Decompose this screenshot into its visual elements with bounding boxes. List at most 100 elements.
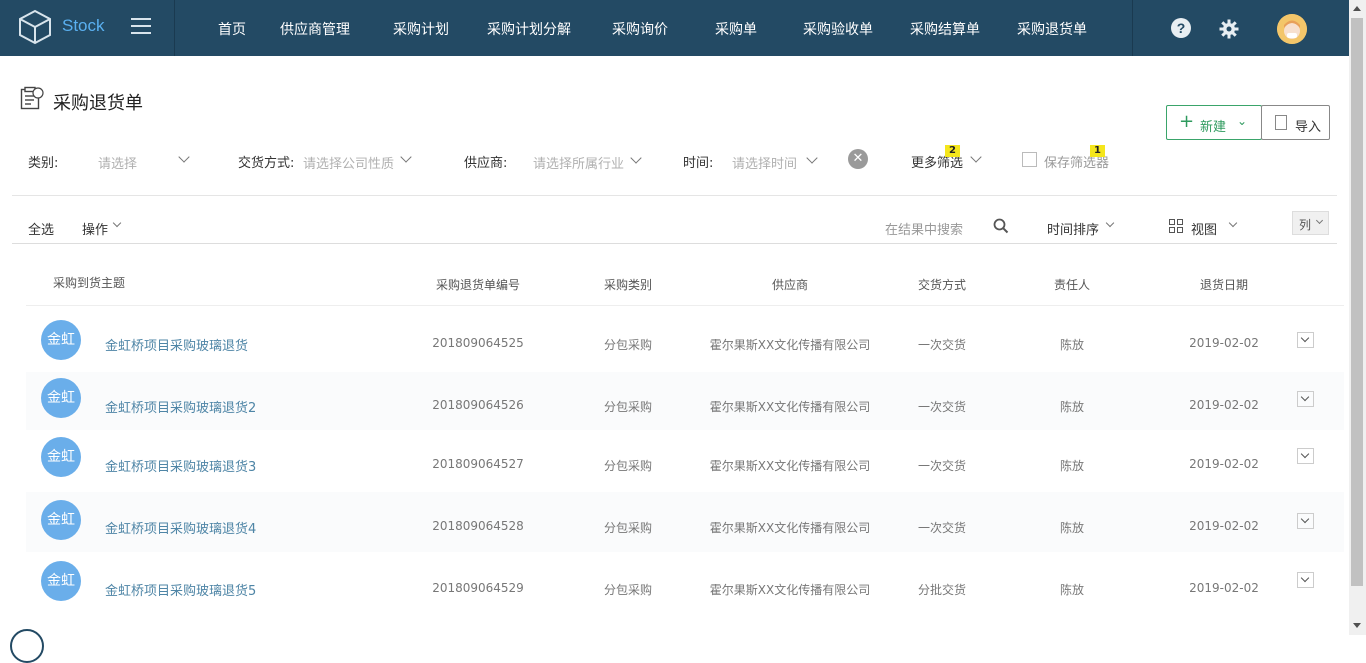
- actions-dropdown[interactable]: 操作: [82, 219, 108, 238]
- row-owner: 陈放: [1059, 400, 1085, 414]
- columns-button-label: 列: [1299, 218, 1312, 232]
- table-row[interactable]: 金虹 金虹桥项目采购玻璃退货3 201809064527 分包采购 霍尔果斯XX…: [26, 430, 1344, 492]
- import-button[interactable]: 导入: [1261, 105, 1330, 140]
- row-type: 分包采购: [603, 338, 653, 352]
- row-dropdown-button[interactable]: [1297, 513, 1314, 529]
- table-row[interactable]: 金虹 金虹桥项目采购玻璃退货4 201809064528 分包采购 霍尔果斯XX…: [26, 492, 1344, 552]
- row-delivery: 分批交货: [917, 583, 967, 597]
- nav-item-purchase-plan[interactable]: 采购计划: [393, 19, 449, 39]
- help-icon[interactable]: ?: [1171, 18, 1191, 38]
- row-delivery: 一次交货: [917, 338, 967, 352]
- table-row[interactable]: 金虹 金虹桥项目采购玻璃退货2 201809064526 分包采购 霍尔果斯XX…: [26, 372, 1344, 430]
- chevron-down-icon: [1315, 216, 1324, 225]
- table-row[interactable]: 金虹 金虹桥项目采购玻璃退货 201809064525 分包采购 霍尔果斯XX文…: [26, 306, 1344, 372]
- toolbar-divider: [12, 243, 1337, 244]
- chevron-down-icon[interactable]: [400, 151, 412, 163]
- row-owner: 陈放: [1059, 459, 1085, 473]
- delivery-filter-select[interactable]: 请选择公司性质: [303, 153, 394, 172]
- nav-item-purchase-order[interactable]: 采购单: [715, 19, 757, 39]
- nav-item-home[interactable]: 首页: [218, 19, 246, 39]
- row-delivery: 一次交货: [917, 400, 967, 414]
- view-dropdown[interactable]: 视图: [1191, 219, 1217, 238]
- result-search-input[interactable]: 在结果中搜索: [885, 219, 963, 238]
- table-row[interactable]: 金虹 金虹桥项目采购玻璃退货5 201809064529 分包采购 霍尔果斯XX…: [26, 552, 1344, 612]
- category-filter-select[interactable]: 请选择: [98, 153, 137, 172]
- row-avatar: 金虹: [41, 320, 81, 360]
- chevron-down-icon[interactable]: [112, 218, 122, 228]
- document-icon: [1275, 115, 1287, 130]
- top-navbar: Stock 首页 供应商管理 采购计划 采购计划分解 采购询价 采购单 采购验收…: [0, 0, 1349, 56]
- chevron-down-icon[interactable]: [806, 152, 818, 164]
- new-button[interactable]: + 新建 ⌄: [1166, 105, 1262, 140]
- user-avatar-icon: [1277, 14, 1307, 44]
- chevron-down-icon: [1300, 392, 1310, 402]
- row-dropdown-button[interactable]: [1297, 448, 1314, 464]
- search-icon[interactable]: [993, 218, 1009, 234]
- user-avatar[interactable]: [1277, 14, 1307, 44]
- nav-item-supplier-management[interactable]: 供应商管理: [280, 19, 350, 39]
- row-supplier: 霍尔果斯XX文化传播有限公司: [709, 583, 871, 597]
- row-date: 2019-02-02: [1189, 336, 1259, 350]
- row-dropdown-button[interactable]: [1297, 391, 1314, 407]
- category-filter-label: 类别:: [28, 156, 59, 171]
- scroll-thumb[interactable]: [1351, 18, 1363, 586]
- row-delivery: 一次交货: [917, 521, 967, 535]
- chevron-down-icon[interactable]: [630, 152, 642, 164]
- time-sort-dropdown[interactable]: 时间排序: [1047, 219, 1099, 238]
- grid-view-icon[interactable]: [1169, 219, 1183, 233]
- chevron-down-icon: [1300, 333, 1310, 343]
- nav-item-acceptance[interactable]: 采购验收单: [803, 19, 873, 39]
- clear-filters-icon[interactable]: ✕: [848, 149, 868, 169]
- row-subject-link[interactable]: 金虹桥项目采购玻璃退货2: [105, 397, 256, 416]
- chevron-down-icon: [1300, 573, 1310, 583]
- cube-logo-icon: [19, 9, 51, 45]
- scroll-down-arrow-icon[interactable]: [1353, 623, 1361, 628]
- chevron-down-icon[interactable]: [1228, 218, 1238, 228]
- row-subject-link[interactable]: 金虹桥项目采购玻璃退货: [105, 335, 248, 354]
- col-header-number: 采购退货单编号: [435, 278, 521, 292]
- row-number: 201809064527: [432, 457, 524, 471]
- col-header-type: 采购类别: [603, 278, 653, 292]
- row-type: 分包采购: [603, 459, 653, 473]
- row-supplier: 霍尔果斯XX文化传播有限公司: [709, 521, 871, 535]
- row-type: 分包采购: [603, 400, 653, 414]
- row-type: 分包采购: [603, 583, 653, 597]
- row-dropdown-button[interactable]: [1297, 572, 1314, 588]
- filter-divider: [12, 195, 1337, 196]
- import-button-label: 导入: [1295, 120, 1322, 135]
- row-type: 分包采购: [603, 521, 653, 535]
- gear-icon[interactable]: [1219, 19, 1239, 39]
- time-filter-select[interactable]: 请选择时间: [732, 153, 797, 172]
- chevron-down-icon[interactable]: [1105, 218, 1115, 228]
- new-button-label: 新建: [1200, 120, 1227, 135]
- chevron-down-icon[interactable]: [970, 151, 982, 163]
- col-header-subject: 采购到货主题: [53, 276, 126, 290]
- scroll-up-arrow-icon[interactable]: [1353, 6, 1361, 11]
- hamburger-menu-icon[interactable]: [131, 18, 151, 34]
- nav-item-settlement[interactable]: 采购结算单: [910, 19, 980, 39]
- plus-icon: +: [1179, 111, 1195, 132]
- columns-button[interactable]: 列: [1292, 211, 1329, 235]
- nav-item-purchase-inquiry[interactable]: 采购询价: [612, 19, 668, 39]
- row-subject-link[interactable]: 金虹桥项目采购玻璃退货4: [105, 518, 256, 537]
- brand-name: Stock: [62, 16, 105, 35]
- row-subject-link[interactable]: 金虹桥项目采购玻璃退货3: [105, 456, 256, 475]
- nav-item-plan-breakdown[interactable]: 采购计划分解: [487, 19, 571, 39]
- chevron-down-icon: [1300, 514, 1310, 524]
- col-header-owner: 责任人: [1053, 278, 1091, 292]
- save-icon[interactable]: [1022, 152, 1037, 167]
- row-subject-link[interactable]: 金虹桥项目采购玻璃退货5: [105, 580, 256, 599]
- clipboard-list-icon: [20, 86, 44, 110]
- row-supplier: 霍尔果斯XX文化传播有限公司: [709, 400, 871, 414]
- page-title: 采购退货单: [53, 93, 143, 114]
- nav-item-return[interactable]: 采购退货单: [1017, 19, 1087, 39]
- vertical-scrollbar[interactable]: [1349, 0, 1366, 635]
- supplier-filter-select[interactable]: 请选择所属行业: [533, 153, 624, 172]
- row-date: 2019-02-02: [1189, 457, 1259, 471]
- select-all-button[interactable]: 全选: [28, 219, 54, 238]
- chevron-down-icon: ⌄: [1237, 114, 1248, 128]
- chevron-down-icon[interactable]: [178, 151, 190, 163]
- chevron-down-icon: [1300, 449, 1310, 459]
- row-dropdown-button[interactable]: [1297, 332, 1314, 348]
- floating-action-icon[interactable]: [10, 629, 44, 663]
